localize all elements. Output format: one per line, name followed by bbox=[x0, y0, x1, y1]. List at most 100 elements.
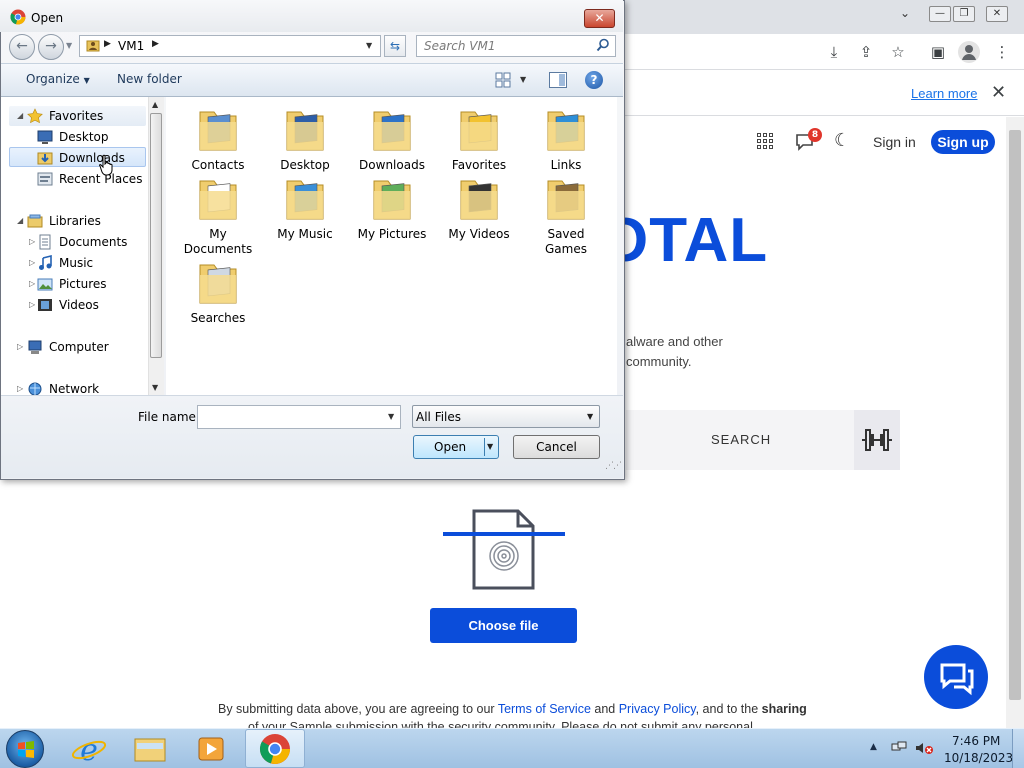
hand-cursor-icon bbox=[99, 154, 113, 176]
documents-icon bbox=[39, 234, 51, 250]
address-dropdown-icon[interactable]: ▼ bbox=[366, 41, 372, 50]
infobar-close-icon[interactable]: ✕ bbox=[991, 82, 1006, 103]
nav-desktop-label: Desktop bbox=[59, 130, 109, 144]
desktop-folder-icon bbox=[286, 111, 324, 151]
videos-expand-icon[interactable]: ▷ bbox=[29, 300, 35, 309]
nav-recent-places[interactable]: Recent Places bbox=[37, 169, 147, 189]
resize-grip-icon[interactable]: ⋰⋰ bbox=[605, 461, 622, 471]
nav-documents[interactable]: Documents bbox=[37, 232, 147, 252]
file-item-label: My Music bbox=[277, 227, 333, 241]
nav-network-label: Network bbox=[49, 382, 100, 396]
videos-folder-icon bbox=[460, 180, 498, 220]
music-folder-icon bbox=[286, 180, 324, 220]
taskbar-internet-explorer[interactable]: e bbox=[62, 730, 116, 768]
nav-pictures[interactable]: Pictures bbox=[37, 274, 147, 294]
side-panel-icon[interactable]: ▣ bbox=[928, 42, 948, 62]
computer-icon bbox=[28, 340, 42, 354]
sign-in-link[interactable]: Sign in bbox=[873, 134, 916, 150]
nav-videos[interactable]: Videos bbox=[37, 295, 147, 315]
file-name-input[interactable] bbox=[197, 405, 401, 429]
chat-bubbles-icon bbox=[940, 663, 974, 696]
pictures-expand-icon[interactable]: ▷ bbox=[29, 279, 35, 288]
file-type-dropdown-icon[interactable]: ▼ bbox=[587, 412, 593, 421]
bookmark-star-icon[interactable]: ☆ bbox=[888, 42, 908, 62]
svg-text:e: e bbox=[80, 733, 98, 768]
nav-scroll-up-icon[interactable]: ▲ bbox=[152, 100, 158, 109]
dialog-titlebar[interactable] bbox=[0, 0, 623, 32]
nav-desktop[interactable]: Desktop bbox=[37, 127, 147, 147]
links-folder-icon bbox=[547, 111, 585, 151]
nav-favorites[interactable]: Favorites bbox=[27, 106, 147, 126]
dark-mode-moon-icon[interactable]: ☾ bbox=[834, 130, 850, 151]
minimize-button[interactable]: — bbox=[929, 6, 951, 22]
documents-expand-icon[interactable]: ▷ bbox=[29, 237, 35, 246]
browser-close-button[interactable]: ✕ bbox=[986, 6, 1008, 22]
learn-more-link[interactable]: Learn more bbox=[911, 86, 977, 101]
recent-locations-icon[interactable]: ▼ bbox=[66, 41, 72, 50]
nav-scroll-down-icon[interactable]: ▼ bbox=[152, 383, 158, 392]
music-expand-icon[interactable]: ▷ bbox=[29, 258, 35, 267]
organize-menu-button[interactable]: Organize ▼ bbox=[26, 72, 90, 86]
back-button[interactable]: ← bbox=[9, 34, 35, 60]
chrome-logo-icon bbox=[10, 9, 26, 25]
search-icon[interactable] bbox=[596, 38, 610, 52]
clock-time[interactable]: 7:46 PM bbox=[952, 734, 1000, 748]
nav-computer[interactable]: Computer bbox=[27, 337, 147, 357]
file-name-label: File name: bbox=[138, 410, 200, 424]
sign-up-button[interactable]: Sign up bbox=[931, 130, 995, 154]
volume-muted-icon[interactable] bbox=[914, 741, 934, 755]
page-scrollbar-thumb[interactable] bbox=[1009, 130, 1021, 700]
nav-downloads[interactable]: Downloads bbox=[37, 148, 147, 168]
libraries-expand-icon[interactable]: ◢ bbox=[17, 216, 23, 225]
breadcrumb-separator-icon[interactable]: ▶ bbox=[104, 39, 111, 49]
taskbar-media-player[interactable] bbox=[184, 730, 238, 768]
nav-downloads-label: Downloads bbox=[59, 151, 125, 165]
terms-of-service-link[interactable]: Terms of Service bbox=[498, 702, 591, 716]
terms-suffix: , and to the bbox=[695, 702, 762, 716]
nav-libraries[interactable]: Libraries bbox=[27, 211, 147, 231]
documents-folder-icon bbox=[199, 180, 237, 220]
terms-prefix: By submitting data above, you are agreei… bbox=[218, 702, 498, 716]
searches-folder-icon bbox=[199, 264, 237, 304]
network-tray-icon[interactable] bbox=[891, 741, 907, 755]
view-dropdown-icon[interactable]: ▼ bbox=[520, 75, 526, 84]
music-note-icon bbox=[39, 255, 52, 270]
file-explorer-folder-icon bbox=[134, 738, 166, 762]
favorites-expand-icon[interactable]: ◢ bbox=[17, 111, 23, 120]
terms-text-line2: of your Sample submission with the secur… bbox=[248, 720, 753, 728]
nav-pane-scrollbar-thumb[interactable] bbox=[150, 113, 162, 358]
open-options-dropdown-icon[interactable]: ▼ bbox=[487, 442, 493, 451]
browser-menu-icon[interactable]: ⋮ bbox=[992, 42, 1012, 62]
refresh-button[interactable]: ⇆ bbox=[384, 35, 406, 57]
forward-button[interactable]: → bbox=[38, 34, 64, 60]
new-folder-button[interactable]: New folder bbox=[117, 72, 182, 86]
show-hidden-icons-icon[interactable]: ▲ bbox=[870, 742, 877, 752]
restore-button[interactable]: ❐ bbox=[953, 6, 975, 22]
download-icon[interactable]: ⤓ bbox=[824, 42, 844, 62]
start-button[interactable] bbox=[6, 730, 44, 768]
share-icon[interactable]: ⇪ bbox=[856, 42, 876, 62]
tab-search-chevron-icon[interactable]: ⌄ bbox=[894, 6, 916, 22]
media-player-icon bbox=[198, 737, 224, 761]
clock-date[interactable]: 10/18/2023 bbox=[944, 751, 1013, 765]
taskbar-chrome-icon[interactable] bbox=[259, 733, 291, 765]
preview-pane-icon[interactable] bbox=[549, 72, 567, 88]
profile-avatar-icon[interactable] bbox=[958, 41, 980, 63]
privacy-policy-link[interactable]: Privacy Policy bbox=[619, 702, 696, 716]
network-expand-icon[interactable]: ▷ bbox=[17, 384, 23, 393]
file-name-dropdown-icon[interactable]: ▼ bbox=[388, 412, 394, 421]
cancel-button[interactable]: Cancel bbox=[513, 435, 600, 459]
computer-expand-icon[interactable]: ▷ bbox=[17, 342, 23, 351]
change-view-icon[interactable] bbox=[495, 72, 511, 88]
help-icon[interactable]: ? bbox=[585, 71, 603, 89]
chat-button[interactable] bbox=[924, 645, 988, 709]
choose-file-button[interactable]: Choose file bbox=[430, 608, 577, 643]
dialog-close-button[interactable]: ✕ bbox=[584, 9, 615, 28]
taskbar-explorer[interactable] bbox=[123, 730, 177, 768]
show-desktop-button[interactable] bbox=[1012, 729, 1024, 768]
breadcrumb-vm1[interactable]: VM1 bbox=[118, 39, 144, 53]
apps-grid-icon[interactable] bbox=[757, 133, 775, 151]
nav-music[interactable]: Music bbox=[37, 253, 147, 273]
scan-icon-tab[interactable] bbox=[854, 410, 900, 470]
breadcrumb-separator-icon[interactable]: ▶ bbox=[152, 39, 159, 49]
